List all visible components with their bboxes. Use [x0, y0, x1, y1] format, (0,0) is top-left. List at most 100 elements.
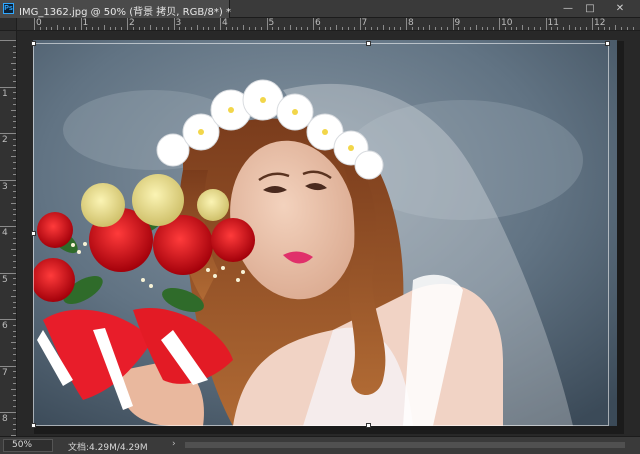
- ruler-h-tick: [551, 27, 553, 30]
- ruler-h-tick: [307, 27, 309, 30]
- ruler-v-tick: [13, 103, 16, 105]
- ruler-h-tick: [429, 25, 431, 30]
- ruler-h-tick: [545, 18, 547, 30]
- ruler-h-tick: [80, 18, 82, 30]
- ruler-h-tick: [68, 27, 70, 30]
- minimize-button[interactable]: —: [560, 1, 576, 17]
- ruler-v-tick: [13, 98, 16, 100]
- ruler-h-tick: [167, 27, 169, 30]
- ruler-h-tick: [237, 27, 239, 30]
- restore-button[interactable]: □: [582, 1, 598, 17]
- ruler-v-tick: [13, 313, 16, 315]
- ruler-v-tick: [11, 63, 16, 65]
- horizontal-ruler[interactable]: 0 1 2 3 4 5 6 7 8 9 10 11 12: [17, 18, 640, 31]
- transform-handle-top-right[interactable]: [605, 41, 610, 46]
- ruler-h-tick: [580, 27, 582, 30]
- ruler-h-tick: [74, 27, 76, 30]
- ruler-v-tick: [0, 40, 16, 41]
- ruler-v-tick: [13, 150, 16, 152]
- photoshop-icon: Ps: [3, 3, 14, 14]
- ruler-v-label: 6: [2, 321, 8, 331]
- ruler-v-tick: [13, 307, 16, 309]
- ruler-v-tick: [13, 69, 16, 71]
- ruler-h-tick: [324, 27, 326, 30]
- ruler-h-tick: [516, 27, 518, 30]
- status-menu-arrow-icon[interactable]: ›: [172, 439, 176, 449]
- ruler-h-tick: [138, 27, 140, 30]
- ruler-h-tick: [353, 27, 355, 30]
- ruler-h-tick: [254, 27, 256, 30]
- ruler-h-tick: [103, 25, 105, 30]
- ruler-v-tick: [13, 266, 16, 268]
- ruler-v-tick: [13, 45, 16, 47]
- ruler-h-tick: [243, 25, 245, 30]
- ruler-h-tick: [452, 18, 454, 30]
- ruler-v-tick: [13, 289, 16, 291]
- ruler-h-tick: [34, 18, 35, 30]
- ruler-v-label: 5: [2, 274, 8, 285]
- ruler-v-tick: [0, 319, 16, 320]
- ruler-h-tick: [231, 27, 233, 30]
- ruler-h-tick: [499, 18, 500, 30]
- ruler-h-tick: [592, 18, 593, 30]
- ruler-v-tick: [13, 92, 16, 94]
- ruler-v-tick: [13, 214, 16, 216]
- ruler-h-tick: [533, 27, 535, 30]
- ruler-v-tick: [11, 295, 16, 297]
- ruler-h-tick: [347, 27, 349, 30]
- ruler-origin[interactable]: [0, 18, 17, 31]
- ruler-v-tick: [13, 255, 16, 257]
- transform-handle-bottom-left[interactable]: [31, 423, 36, 428]
- ruler-v-label: 1: [2, 88, 8, 99]
- transform-handle-middle-left[interactable]: [31, 231, 36, 236]
- ruler-v-tick: [0, 226, 16, 227]
- ruler-h-tick: [132, 27, 134, 30]
- ruler-h-tick: [487, 27, 489, 30]
- close-button[interactable]: ✕: [612, 1, 628, 17]
- ruler-h-tick: [225, 27, 227, 30]
- transform-handle-top-center[interactable]: [366, 41, 371, 46]
- ruler-v-tick: [11, 342, 16, 344]
- transform-handle-top-left[interactable]: [31, 41, 36, 46]
- ruler-h-tick: [522, 25, 524, 30]
- ruler-h-tick: [336, 25, 338, 30]
- ruler-v-tick: [11, 202, 16, 204]
- ruler-v-tick: [13, 359, 16, 361]
- ruler-v-tick: [13, 121, 16, 123]
- ruler-h-tick: [272, 27, 274, 30]
- ruler-h-tick: [475, 25, 477, 30]
- ruler-h-tick: [295, 27, 297, 30]
- ruler-h-tick: [365, 27, 367, 30]
- ruler-h-tick: [289, 25, 291, 30]
- ruler-v-label: 3: [2, 181, 8, 192]
- scrollbar-thumb[interactable]: [185, 442, 625, 448]
- ruler-v-label: 2: [2, 135, 8, 145]
- ruler-h-tick: [394, 27, 396, 30]
- document-tab[interactable]: Ps IMG_1362.jpg @ 50% (背景 拷贝, RGB/8*) *: [0, 0, 231, 18]
- ruler-h-tick: [382, 25, 384, 30]
- ruler-h-tick: [510, 27, 512, 30]
- ruler-v-tick: [0, 272, 16, 274]
- ruler-v-tick: [13, 260, 16, 262]
- ruler-v-tick: [13, 127, 16, 129]
- ruler-h-tick: [388, 27, 390, 30]
- zoom-level-field[interactable]: 50%: [3, 439, 53, 452]
- workspace[interactable]: [17, 31, 640, 436]
- horizontal-scrollbar[interactable]: [185, 442, 625, 448]
- document-size-info: 文档:4.29M/4.29M: [68, 443, 148, 453]
- ruler-v-tick: [13, 278, 16, 280]
- ruler-v-tick: [13, 406, 16, 408]
- ruler-v-label: 4: [2, 228, 8, 238]
- ruler-v-tick: [13, 231, 16, 233]
- ruler-h-tick: [220, 18, 221, 30]
- ruler-h-tick: [406, 18, 407, 30]
- ruler-h-tick: [266, 18, 268, 30]
- vertical-ruler[interactable]: 1 2 3 4 5 6 7 8: [0, 31, 17, 436]
- ruler-v-tick: [13, 284, 16, 286]
- image-canvas[interactable]: [33, 40, 617, 426]
- ruler-h-tick: [144, 27, 146, 30]
- ruler-v-tick: [13, 417, 16, 419]
- ruler-v-tick: [13, 208, 16, 210]
- transform-handle-bottom-center[interactable]: [366, 423, 371, 428]
- ruler-v-tick: [13, 301, 16, 303]
